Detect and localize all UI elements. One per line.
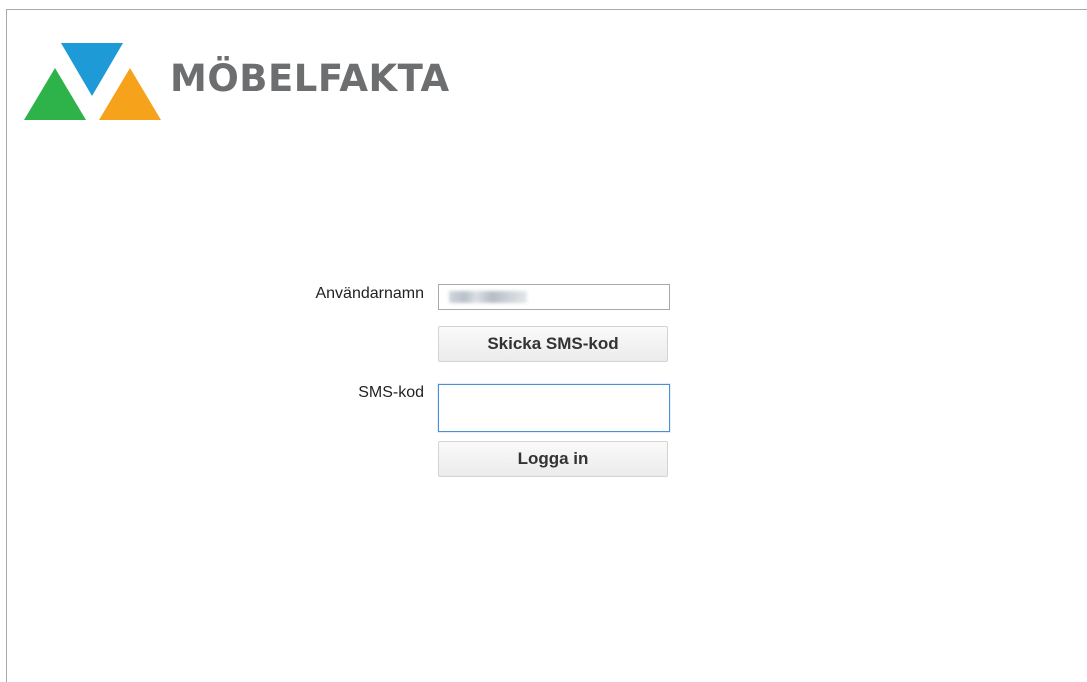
username-field[interactable] bbox=[438, 284, 670, 310]
username-value-redacted bbox=[449, 291, 527, 303]
logo-orange-triangle bbox=[99, 68, 161, 120]
sms-code-label: SMS-kod bbox=[358, 384, 424, 401]
login-button[interactable]: Logga in bbox=[438, 441, 668, 477]
logo-mark-icon bbox=[24, 43, 161, 120]
sms-code-field[interactable] bbox=[438, 384, 670, 432]
logo-green-triangle bbox=[24, 68, 86, 120]
moebelfakta-logo: MÖBELFAKTA bbox=[24, 42, 484, 122]
brand-name: MÖBELFAKTA bbox=[170, 57, 450, 100]
send-sms-code-button[interactable]: Skicka SMS-kod bbox=[438, 326, 668, 362]
logo-blue-triangle bbox=[61, 43, 123, 96]
username-label: Användarnamn bbox=[315, 285, 424, 302]
